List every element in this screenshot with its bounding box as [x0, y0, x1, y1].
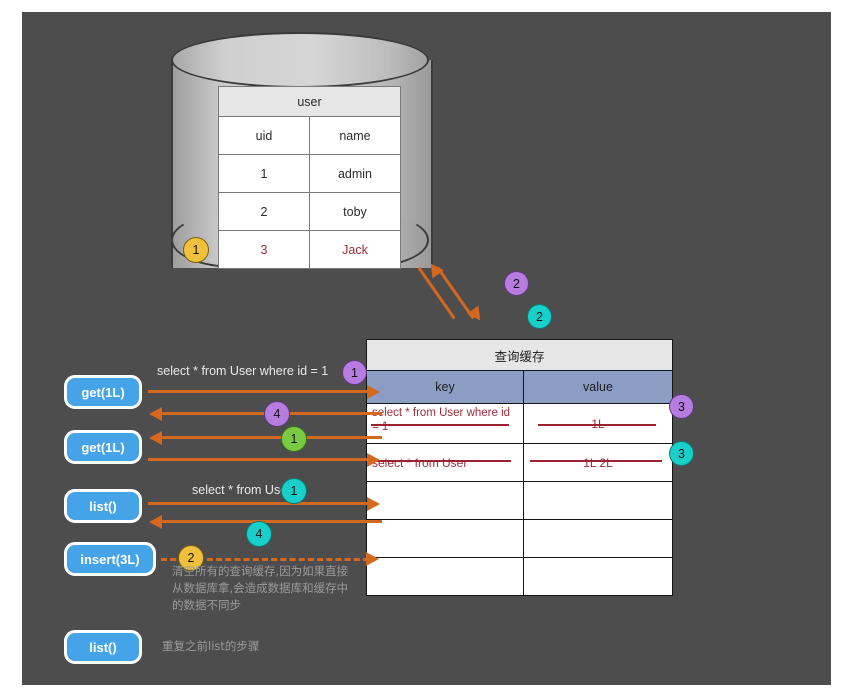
- request-label-get-1: select * from User where id = 1: [157, 364, 328, 378]
- response-arrowhead-get-2: [149, 431, 162, 445]
- user-table-title: user: [219, 87, 401, 117]
- step-badge-get1-request: 1: [342, 360, 367, 385]
- table-row: [367, 558, 673, 596]
- step-badge-link-cyan-2: 2: [527, 304, 552, 329]
- strikethrough-line: [369, 460, 511, 462]
- request-arrow-line-get-2: [148, 458, 370, 461]
- cache-cell-value: [524, 520, 673, 558]
- method-button-list-1[interactable]: list(): [64, 489, 142, 523]
- table-row: 3 Jack: [219, 231, 401, 269]
- response-arrowhead-list-1: [149, 515, 162, 529]
- user-col-name: name: [310, 117, 401, 155]
- step-badge-link-purple-2: 2: [504, 271, 529, 296]
- table-row: [367, 520, 673, 558]
- strikethrough-line: [538, 424, 656, 426]
- cache-col-value: value: [524, 371, 673, 404]
- cache-title-row: 查询缓存: [367, 340, 673, 371]
- step-badge-get1-response: 4: [264, 401, 290, 427]
- step-badge-list1-response: 4: [246, 521, 272, 547]
- cache-cell-value: [524, 482, 673, 520]
- user-table: user uid name 1 admin 2 toby 3 Jack: [218, 86, 401, 269]
- strikethrough-line: [530, 460, 662, 462]
- insert-note-line-2: 从数据库拿,会造成数据库和缓存中: [172, 580, 392, 597]
- request-arrowhead-get-2: [367, 453, 380, 467]
- table-row: 1 admin: [219, 155, 401, 193]
- table-row: [367, 482, 673, 520]
- user-col-uid: uid: [219, 117, 310, 155]
- user-cell-name: Jack: [310, 231, 401, 269]
- method-button-get-2[interactable]: get(1L): [64, 430, 142, 464]
- method-button-insert[interactable]: insert(3L): [64, 542, 156, 576]
- cache-cell-key: [367, 482, 524, 520]
- strikethrough-line: [371, 424, 509, 426]
- step-badge-get2-response: 1: [281, 426, 307, 452]
- step-badge-cache-purple-3: 3: [669, 394, 694, 419]
- response-arrow-line-get-2: [162, 436, 382, 439]
- insert-note: 清空所有的查询缓存,因为如果直接 从数据库拿,会造成数据库和缓存中 的数据不同步: [172, 563, 392, 614]
- request-arrowhead-get-1: [367, 385, 380, 399]
- diagram-canvas: user uid name 1 admin 2 toby 3 Jack 1: [0, 0, 853, 697]
- canvas-background: user uid name 1 admin 2 toby 3 Jack 1: [22, 12, 831, 685]
- cache-col-key: key: [367, 371, 524, 404]
- method-button-list-2[interactable]: list(): [64, 630, 142, 664]
- cache-value-text: 1L 2L: [583, 456, 613, 470]
- cache-cell-key: select * from User where id = 1: [367, 404, 524, 444]
- insert-note-line-3: 的数据不同步: [172, 597, 392, 614]
- step-badge-list1-request: 1: [281, 478, 307, 504]
- request-arrow-line-list-1: [148, 502, 370, 505]
- cache-key-text: select * from User: [372, 456, 467, 470]
- user-table-header-row: uid name: [219, 117, 401, 155]
- table-row: select * from User where id = 1 1L: [367, 404, 673, 444]
- cache-cell-value: [524, 558, 673, 596]
- cache-cell-key: select * from User: [367, 444, 524, 482]
- user-cell-name: admin: [310, 155, 401, 193]
- step-badge-db-1: 1: [183, 237, 209, 263]
- db-to-cache-arrowhead: [467, 306, 486, 325]
- user-table-title-row: user: [219, 87, 401, 117]
- cache-title: 查询缓存: [367, 340, 673, 371]
- list-repeat-note: 重复之前list的步骤: [162, 638, 259, 655]
- step-badge-cache-cyan-3: 3: [669, 441, 694, 466]
- method-button-get-1[interactable]: get(1L): [64, 375, 142, 409]
- cache-cell-value: 1L: [524, 404, 673, 444]
- user-cell-uid: 3: [219, 231, 310, 269]
- insert-note-line-1: 清空所有的查询缓存,因为如果直接: [172, 563, 392, 580]
- table-row: select * from User 1L 2L: [367, 444, 673, 482]
- table-row: 2 toby: [219, 193, 401, 231]
- response-arrowhead-get-1: [149, 407, 162, 421]
- request-arrow-line-get-1: [148, 390, 370, 393]
- request-label-list-1: select * from User: [192, 483, 291, 497]
- request-arrowhead-list-1: [367, 497, 380, 511]
- cache-cell-value: 1L 2L: [524, 444, 673, 482]
- user-cell-name: toby: [310, 193, 401, 231]
- cache-header-row: key value: [367, 371, 673, 404]
- response-arrow-line-list-1: [162, 520, 382, 523]
- user-cell-uid: 1: [219, 155, 310, 193]
- query-cache-table: 查询缓存 key value select * from User where …: [366, 339, 673, 596]
- cylinder-top-ellipse: [171, 32, 429, 88]
- cache-key-text: select * from User where id = 1: [372, 407, 510, 433]
- user-cell-uid: 2: [219, 193, 310, 231]
- cache-cell-key: [367, 520, 524, 558]
